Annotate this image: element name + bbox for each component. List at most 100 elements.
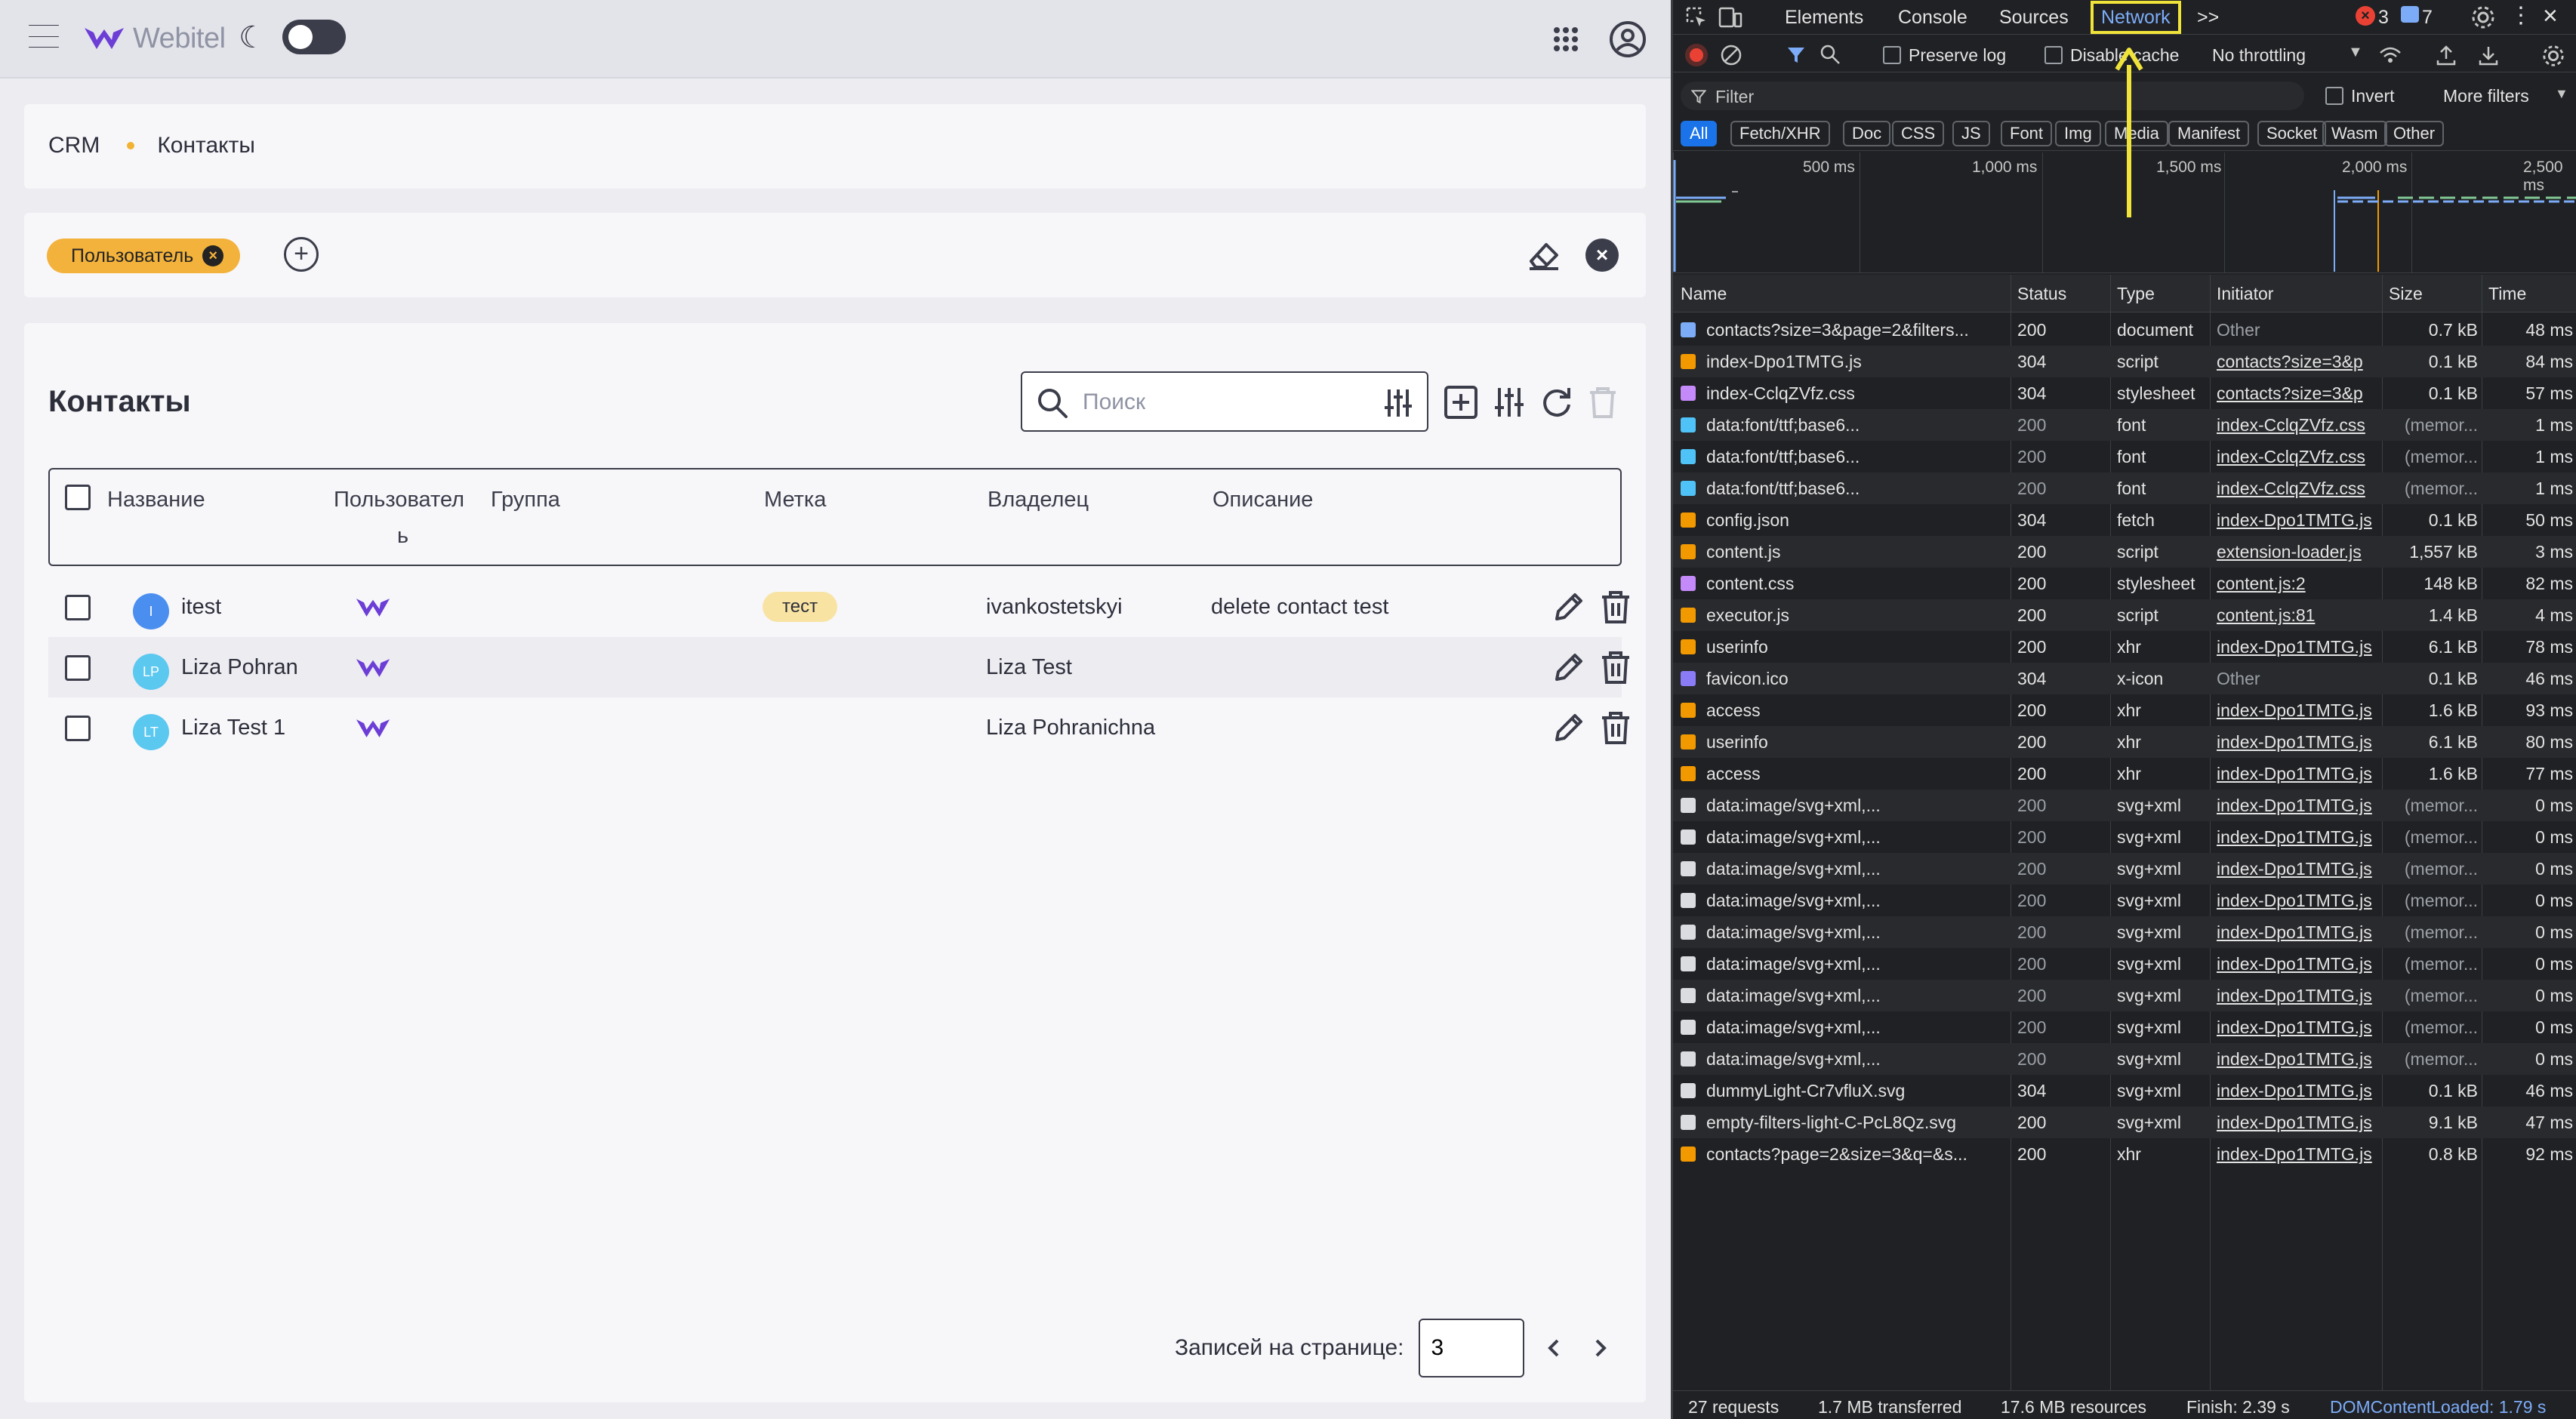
throttling-select[interactable]: No throttling bbox=[2212, 45, 2306, 66]
request-initiator[interactable]: content.js:81 bbox=[2217, 605, 2378, 626]
type-filter-fetchxhr[interactable]: Fetch/XHR bbox=[1730, 121, 1830, 146]
invert-checkbox[interactable] bbox=[2325, 87, 2343, 105]
request-initiator[interactable]: index-Dpo1TMTG.js bbox=[2217, 510, 2378, 531]
theme-toggle[interactable] bbox=[282, 20, 346, 54]
request-initiator[interactable]: contacts?size=3&p bbox=[2217, 383, 2378, 404]
type-filter-css[interactable]: CSS bbox=[1892, 121, 1945, 146]
col-status[interactable]: Status bbox=[2017, 284, 2066, 304]
contact-name[interactable]: Liza Pohran bbox=[181, 637, 298, 697]
request-name[interactable]: data:image/svg+xml,... bbox=[1706, 1017, 2005, 1038]
filter-input-box[interactable]: Filter bbox=[1681, 82, 2304, 110]
logo[interactable]: Webitel bbox=[83, 20, 226, 57]
column-header-description[interactable]: Описание bbox=[1213, 482, 1313, 518]
refresh-icon[interactable] bbox=[1539, 385, 1573, 420]
request-initiator[interactable]: extension-loader.js bbox=[2217, 542, 2378, 562]
error-icon[interactable]: × bbox=[2356, 6, 2375, 26]
request-name[interactable]: data:font/ttf;base6... bbox=[1706, 447, 2005, 467]
request-name[interactable]: content.js bbox=[1706, 542, 2005, 562]
delete-trash-icon[interactable] bbox=[1598, 649, 1634, 685]
kebab-menu-icon[interactable]: ⋮ bbox=[2510, 5, 2532, 30]
column-header-user[interactable]: Пользовател ь bbox=[334, 482, 464, 554]
request-name[interactable]: data:image/svg+xml,... bbox=[1706, 827, 2005, 848]
profile-icon[interactable] bbox=[1608, 20, 1647, 59]
request-row[interactable]: access 200 xhr index-Dpo1TMTG.js 1.6 kB 77 ms bbox=[1673, 758, 2576, 790]
column-header-group[interactable]: Группа bbox=[491, 482, 560, 518]
add-filter-button[interactable]: + bbox=[284, 237, 319, 272]
request-initiator[interactable]: index-Dpo1TMTG.js bbox=[2217, 1081, 2378, 1101]
request-row[interactable]: data:font/ttf;base6... 200 font index-CclqZ… bbox=[1673, 409, 2576, 441]
request-initiator[interactable]: index-CclqZVfz.css bbox=[2217, 479, 2378, 499]
request-row[interactable]: data:image/svg+xml,... 200 svg+xml index-Dp… bbox=[1673, 853, 2576, 885]
row-checkbox[interactable] bbox=[65, 655, 91, 681]
request-row[interactable]: index-CclqZVfz.css 304 stylesheet contacts?… bbox=[1673, 377, 2576, 409]
tab-console[interactable]: Console bbox=[1898, 5, 1967, 30]
request-row[interactable]: data:image/svg+xml,... 200 svg+xml index-Dp… bbox=[1673, 916, 2576, 948]
request-row[interactable]: favicon.ico 304 x-icon Other 0.1 kB 46 ms bbox=[1673, 663, 2576, 694]
request-name[interactable]: data:image/svg+xml,... bbox=[1706, 1049, 2005, 1070]
col-type[interactable]: Type bbox=[2117, 284, 2155, 304]
request-name[interactable]: access bbox=[1706, 700, 2005, 721]
request-initiator[interactable]: content.js:2 bbox=[2217, 574, 2378, 594]
search-icon[interactable] bbox=[1820, 44, 1841, 65]
request-row[interactable]: contacts?size=3&page=2&filters... 200 docu… bbox=[1673, 314, 2576, 346]
request-initiator[interactable]: index-CclqZVfz.css bbox=[2217, 447, 2378, 467]
more-tabs-icon[interactable]: >> bbox=[2197, 5, 2219, 30]
type-filter-img[interactable]: Img bbox=[2055, 121, 2101, 146]
col-initiator[interactable]: Initiator bbox=[2217, 284, 2273, 304]
request-name[interactable]: data:image/svg+xml,... bbox=[1706, 986, 2005, 1006]
type-filter-other[interactable]: Other bbox=[2384, 121, 2445, 146]
request-row[interactable]: data:font/ttf;base6... 200 font index-CclqZ… bbox=[1673, 441, 2576, 472]
request-row[interactable]: data:image/svg+xml,... 200 svg+xml index-Dp… bbox=[1673, 790, 2576, 821]
request-row[interactable]: empty-filters-light-C-PcL8Qz.svg 200 svg+x… bbox=[1673, 1107, 2576, 1138]
message-icon[interactable] bbox=[2401, 6, 2419, 23]
edit-pencil-icon[interactable] bbox=[1551, 589, 1587, 625]
device-toolbar-icon[interactable] bbox=[1718, 6, 1742, 29]
chevron-down-icon[interactable]: ▼ bbox=[2555, 86, 2568, 102]
import-har-icon[interactable] bbox=[2436, 44, 2457, 66]
request-row[interactable]: data:image/svg+xml,... 200 svg+xml index-Dp… bbox=[1673, 980, 2576, 1011]
request-name[interactable]: data:image/svg+xml,... bbox=[1706, 891, 2005, 911]
add-contact-icon[interactable] bbox=[1444, 385, 1478, 420]
request-initiator[interactable]: index-CclqZVfz.css bbox=[2217, 415, 2378, 436]
request-name[interactable]: index-CclqZVfz.css bbox=[1706, 383, 2005, 404]
table-row[interactable]: LT Liza Test 1 Liza Pohranichna bbox=[48, 697, 1629, 758]
request-initiator[interactable]: index-Dpo1TMTG.js bbox=[2217, 764, 2378, 784]
request-initiator[interactable]: index-Dpo1TMTG.js bbox=[2217, 986, 2378, 1006]
request-name[interactable]: access bbox=[1706, 764, 2005, 784]
request-initiator[interactable]: index-Dpo1TMTG.js bbox=[2217, 1017, 2378, 1038]
type-filter-socket[interactable]: Socket bbox=[2257, 121, 2327, 146]
request-row[interactable]: userinfo 200 xhr index-Dpo1TMTG.js 6.1 kB 78 … bbox=[1673, 631, 2576, 663]
column-header-name[interactable]: Название bbox=[107, 482, 205, 518]
request-row[interactable]: contacts?page=2&size=3&q=&s... 200 xhr inde… bbox=[1673, 1138, 2576, 1170]
close-filters-icon[interactable]: × bbox=[1585, 239, 1619, 272]
contact-name[interactable]: itest bbox=[181, 577, 221, 637]
request-name[interactable]: data:image/svg+xml,... bbox=[1706, 922, 2005, 943]
request-initiator[interactable]: index-Dpo1TMTG.js bbox=[2217, 954, 2378, 974]
tab-elements[interactable]: Elements bbox=[1785, 5, 1863, 30]
row-checkbox[interactable] bbox=[65, 595, 91, 620]
request-name[interactable]: data:font/ttf;base6... bbox=[1706, 415, 2005, 436]
request-initiator[interactable]: index-Dpo1TMTG.js bbox=[2217, 700, 2378, 721]
request-initiator[interactable]: index-Dpo1TMTG.js bbox=[2217, 859, 2378, 879]
column-header-tag[interactable]: Метка bbox=[764, 482, 826, 518]
request-row[interactable]: access 200 xhr index-Dpo1TMTG.js 1.6 kB 93 ms bbox=[1673, 694, 2576, 726]
col-name[interactable]: Name bbox=[1681, 284, 1727, 304]
chevron-left-icon[interactable] bbox=[1539, 1333, 1570, 1363]
request-initiator[interactable]: index-Dpo1TMTG.js bbox=[2217, 891, 2378, 911]
more-filters-dropdown[interactable]: More filters bbox=[2443, 86, 2529, 106]
apps-grid-icon[interactable] bbox=[1548, 21, 1584, 57]
request-initiator[interactable]: index-Dpo1TMTG.js bbox=[2217, 732, 2378, 753]
message-count[interactable]: 7 bbox=[2422, 5, 2433, 30]
type-filter-js[interactable]: JS bbox=[1952, 121, 1990, 146]
request-row[interactable]: index-Dpo1TMTG.js 304 script contacts?size=… bbox=[1673, 346, 2576, 377]
request-row[interactable]: data:image/svg+xml,... 200 svg+xml index-Dp… bbox=[1673, 1011, 2576, 1043]
request-row[interactable]: userinfo 200 xhr index-Dpo1TMTG.js 6.1 kB 80 … bbox=[1673, 726, 2576, 758]
menu-icon[interactable] bbox=[27, 20, 60, 53]
remove-filter-icon[interactable]: × bbox=[202, 245, 224, 266]
disable-cache-checkbox[interactable] bbox=[2044, 46, 2063, 64]
request-name[interactable]: index-Dpo1TMTG.js bbox=[1706, 352, 2005, 372]
column-settings-icon[interactable] bbox=[1492, 385, 1527, 420]
preserve-log-checkbox[interactable] bbox=[1883, 46, 1901, 64]
request-name[interactable]: userinfo bbox=[1706, 732, 2005, 753]
request-initiator[interactable]: index-Dpo1TMTG.js bbox=[2217, 1144, 2378, 1165]
